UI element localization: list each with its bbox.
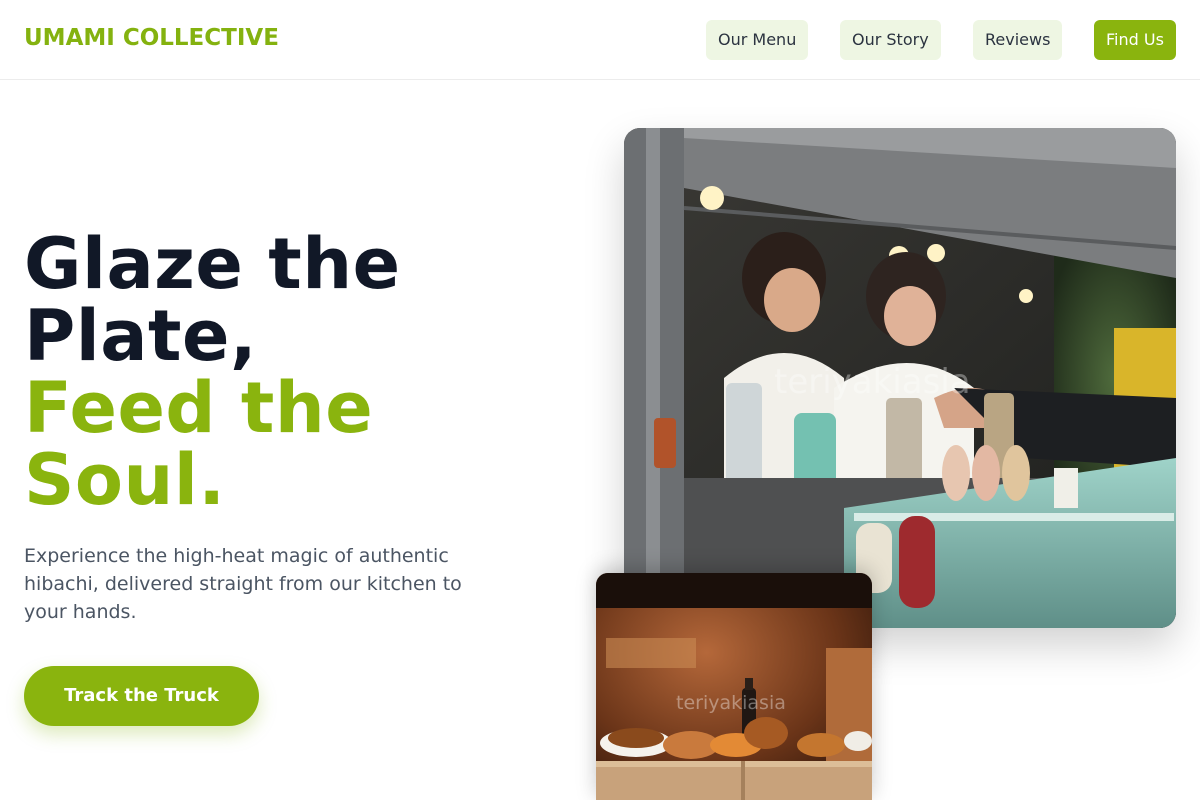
brand-logo[interactable]: UMAMI COLLECTIVE (24, 25, 279, 51)
hero-subtitle: Experience the high-heat magic of authen… (24, 545, 462, 623)
nav-link-our-story[interactable]: Our Story (840, 20, 941, 60)
nav-link-our-menu[interactable]: Our Menu (706, 20, 809, 60)
track-truck-button[interactable]: Track the Truck (24, 666, 259, 726)
top-navbar: UMAMI COLLECTIVE Our Menu Our Story Revi… (0, 0, 1200, 80)
nav-link-reviews[interactable]: Reviews (973, 20, 1063, 60)
food-truck-photo: teriyakiasia (624, 128, 1176, 628)
nav-find-us-button[interactable]: Find Us (1094, 20, 1176, 60)
small-photo-watermark: teriyakiasia (676, 692, 786, 714)
main-photo-watermark: teriyakiasia (774, 362, 971, 402)
hero-title-line-3: Feed the (24, 367, 374, 449)
hero-title-line-2: Plate, (24, 295, 258, 377)
hero-title: Glaze the Plate, Feed the Soul. (24, 228, 584, 516)
hero-title-line-1: Glaze the (24, 223, 401, 305)
hero-title-line-4: Soul. (24, 439, 226, 521)
street-food-photo: teriyakiasia (596, 573, 872, 800)
